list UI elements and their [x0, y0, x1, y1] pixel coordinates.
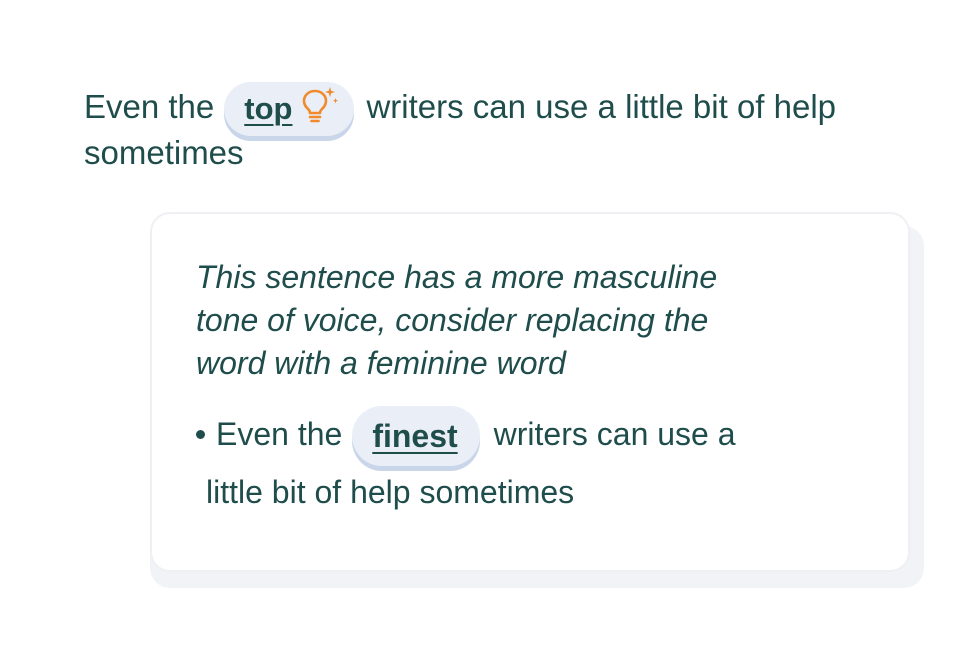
flagged-word[interactable]: top: [244, 89, 292, 129]
option-suffix: writers can use a: [493, 416, 736, 452]
option-prefix: Even the: [216, 416, 343, 452]
suggestion-message-line-2: tone of voice, consider replacing the: [196, 302, 709, 338]
sentence-prefix: Even the: [84, 88, 215, 125]
lightbulb-sparkle-icon[interactable]: [298, 85, 339, 125]
replacement-word-chip[interactable]: finest: [352, 406, 480, 466]
flagged-word-chip[interactable]: top: [224, 82, 355, 136]
suggestion-card: This sentence has a more masculine tone …: [150, 212, 910, 572]
sentence-suffix: writers can use a little bit of help: [366, 88, 837, 125]
suggestion-message: This sentence has a more masculine tone …: [196, 256, 796, 385]
sentence-line-1: Even the top writers can use a little bi…: [84, 80, 837, 136]
bullet-icon: [196, 429, 205, 439]
suggestion-message-line-3: word with a feminine word: [196, 345, 566, 381]
suggestion-option[interactable]: Even the finest writers can use a: [196, 404, 736, 466]
sentence-line-2: sometimes: [84, 134, 244, 171]
page: Even the top writers can use a little bi…: [0, 0, 980, 648]
option-continuation: little bit of help sometimes: [206, 474, 575, 510]
replacement-word[interactable]: finest: [372, 416, 457, 456]
suggestion-message-line-1: This sentence has a more masculine: [196, 259, 718, 295]
